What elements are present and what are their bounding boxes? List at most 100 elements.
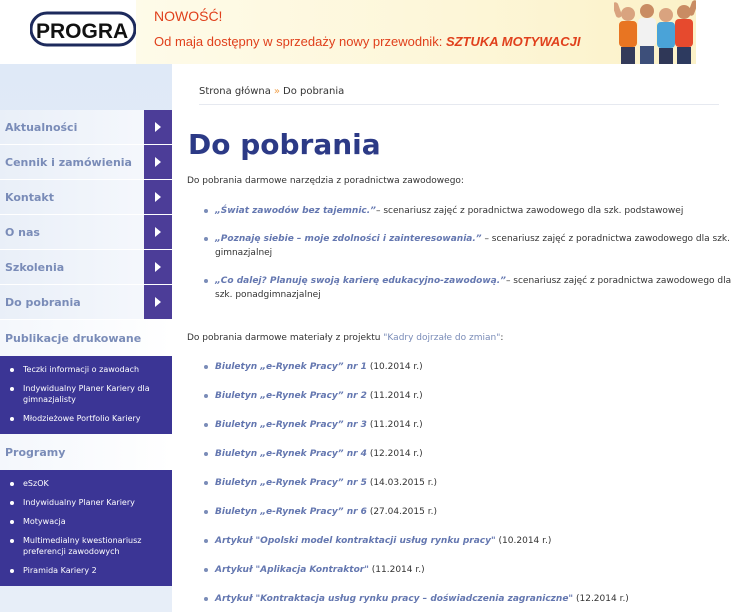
material-date: (14.03.2015 r.)	[366, 478, 437, 488]
chevron-right-icon	[144, 180, 172, 214]
material-link[interactable]: Artykuł "Aplikacja Kontraktor"	[215, 565, 369, 575]
tool-link[interactable]: „Poznaję siebie – moje zdolności i zaint…	[215, 234, 482, 244]
chevron-right-icon	[144, 145, 172, 179]
list-item: „Świat zawodów bez tajemnic.”– scenarius…	[204, 204, 734, 218]
logo-text: PROGRA	[36, 20, 129, 43]
bullet-icon	[10, 368, 14, 372]
section-programy[interactable]: Programy	[0, 434, 172, 470]
material-link[interactable]: Biuletyn „e-Rynek Pracy” nr 5	[215, 478, 367, 488]
bullet-icon	[10, 520, 14, 524]
bullet-icon	[204, 279, 208, 283]
material-date: (11.2014 r.)	[368, 565, 425, 575]
section-publikacje[interactable]: Publikacje drukowane	[0, 320, 172, 356]
sub-item-teczki[interactable]: Teczki informacji o zawodach	[0, 360, 172, 379]
list-item: Biuletyn „e-Rynek Pracy” nr 2 (11.2014 r…	[204, 389, 734, 403]
breadcrumb-current: Do pobrania	[283, 86, 345, 97]
chevron-right-icon	[144, 215, 172, 249]
intro-tools: Do pobrania darmowe narzędzia z poradnic…	[187, 176, 464, 186]
sub-item-piramida[interactable]: Piramida Kariery 2	[0, 561, 172, 580]
bullet-icon	[10, 482, 14, 486]
sub-item-label: eSzOK	[23, 479, 49, 488]
bullet-icon	[204, 237, 208, 241]
list-item: „Co dalej? Planuję swoją karierę edukacy…	[204, 274, 734, 302]
material-link[interactable]: Biuletyn „e-Rynek Pracy” nr 1	[215, 362, 367, 372]
menu-item-o-nas[interactable]: O nas	[0, 215, 172, 250]
promo-banner[interactable]: NOWOŚĆ! Od maja dostępny w sprzedaży now…	[136, 0, 696, 64]
sub-item-label: Piramida Kariery 2	[23, 566, 97, 575]
sub-item-eszok[interactable]: eSzOK	[0, 474, 172, 493]
material-link[interactable]: Biuletyn „e-Rynek Pracy” nr 3	[215, 420, 367, 430]
banner-new-label: NOWOŚĆ!	[154, 8, 223, 24]
chevron-right-icon	[144, 250, 172, 284]
menu-item-kontakt[interactable]: Kontakt	[0, 180, 172, 215]
list-item: Biuletyn „e-Rynek Pracy” nr 6 (27.04.201…	[204, 505, 734, 519]
sub-item-kwestionariusz[interactable]: Multimedialny kwestionariusz preferencji…	[0, 531, 172, 561]
bullet-icon	[10, 387, 14, 391]
material-link[interactable]: Artykuł "Kontraktacja usług rynku pracy …	[215, 594, 573, 604]
header: PROGRA NOWOŚĆ! Od maja dostępny w sprzed…	[0, 0, 742, 64]
list-item: Biuletyn „e-Rynek Pracy” nr 3 (11.2014 r…	[204, 418, 734, 432]
breadcrumb: Strona główna» Do pobrania	[199, 86, 344, 97]
sub-item-label: Motywacja	[23, 517, 66, 526]
material-date: (10.2014 r.)	[495, 536, 552, 546]
material-link[interactable]: Biuletyn „e-Rynek Pracy” nr 2	[215, 391, 367, 401]
breadcrumb-separator: »	[273, 86, 280, 97]
people-photo-icon	[614, 0, 696, 64]
bullet-icon	[204, 539, 208, 543]
bullet-icon	[204, 481, 208, 485]
material-link[interactable]: Artykuł "Opolski model kontraktacji usłu…	[215, 536, 496, 546]
bullet-icon	[204, 597, 208, 601]
chevron-right-icon	[144, 285, 172, 319]
menu-item-szkolenia[interactable]: Szkolenia	[0, 250, 172, 285]
menu-item-label: Kontakt	[5, 191, 54, 204]
menu-item-cennik[interactable]: Cennik i zamówienia	[0, 145, 172, 180]
publikacje-list: Teczki informacji o zawodach Indywidualn…	[0, 356, 172, 434]
bullet-icon	[10, 501, 14, 505]
bullet-icon	[204, 423, 208, 427]
menu-item-label: Szkolenia	[5, 261, 65, 274]
sub-item-planer-gimnazjalisty[interactable]: Indywidualny Planer Kariery dla gimnazja…	[0, 379, 172, 409]
materials-list: Biuletyn „e-Rynek Pracy” nr 1 (10.2014 r…	[204, 360, 734, 606]
list-item: „Poznaję siebie – moje zdolności i zaint…	[204, 232, 734, 260]
sub-item-portfolio[interactable]: Młodzieżowe Portfolio Kariery	[0, 409, 172, 428]
bullet-icon	[204, 510, 208, 514]
intro-materials-text: Do pobrania darmowe materiały z projektu	[187, 333, 384, 343]
section-title-label: Publikacje drukowane	[5, 332, 142, 345]
sub-item-label: Indywidualny Planer Kariery	[23, 498, 135, 507]
sub-item-label: Młodzieżowe Portfolio Kariery	[23, 414, 141, 423]
menu-item-label: O nas	[5, 226, 40, 239]
page-title: Do pobrania	[188, 128, 381, 161]
breadcrumb-home-link[interactable]: Strona główna	[199, 86, 271, 97]
project-name: "Kadry dojrzałe do zmian"	[383, 333, 501, 343]
menu-item-do-pobrania[interactable]: Do pobrania	[0, 285, 172, 320]
material-link[interactable]: Biuletyn „e-Rynek Pracy” nr 6	[215, 507, 367, 517]
material-date: (11.2014 r.)	[366, 391, 423, 401]
menu-item-aktualnosci[interactable]: Aktualności	[0, 110, 172, 145]
tool-desc: – scenariusz zajęć z poradnictwa zawodow…	[375, 206, 684, 216]
menu-item-label: Aktualności	[5, 121, 78, 134]
sidebar: Aktualności Cennik i zamówienia Kontakt …	[0, 64, 172, 612]
menu-item-label: Cennik i zamówienia	[5, 156, 132, 169]
list-item: Artykuł "Opolski model kontraktacji usłu…	[204, 534, 734, 548]
bullet-icon	[204, 452, 208, 456]
banner-book-title: SZTUKA MOTYWACJI	[445, 34, 581, 49]
sub-item-planer-kariery[interactable]: Indywidualny Planer Kariery	[0, 493, 172, 512]
bullet-icon	[10, 569, 14, 573]
list-item: Biuletyn „e-Rynek Pracy” nr 4 (12.2014 r…	[204, 447, 734, 461]
bullet-icon	[204, 365, 208, 369]
material-date: (10.2014 r.)	[366, 362, 423, 372]
tool-link[interactable]: „Co dalej? Planuję swoją karierę edukacy…	[215, 276, 506, 286]
sub-item-label: Teczki informacji o zawodach	[23, 365, 140, 374]
sub-item-label: Indywidualny Planer Kariery dla gimnazja…	[23, 384, 150, 404]
banner-text: Od maja dostępny w sprzedaży nowy przewo…	[154, 34, 581, 49]
list-item: Biuletyn „e-Rynek Pracy” nr 1 (10.2014 r…	[204, 360, 734, 374]
tools-list: „Świat zawodów bez tajemnic.”– scenarius…	[204, 204, 734, 302]
material-link[interactable]: Biuletyn „e-Rynek Pracy” nr 4	[215, 449, 367, 459]
progra-logo[interactable]: PROGRA	[30, 9, 136, 49]
tool-link[interactable]: „Świat zawodów bez tajemnic.”	[215, 206, 376, 216]
material-date: (11.2014 r.)	[366, 420, 423, 430]
intro-materials-suffix: :	[500, 333, 504, 343]
list-item: Artykuł "Kontraktacja usług rynku pracy …	[204, 592, 734, 606]
sub-item-motywacja[interactable]: Motywacja	[0, 512, 172, 531]
main-content: Strona główna» Do pobrania Do pobrania Do…	[172, 64, 742, 612]
